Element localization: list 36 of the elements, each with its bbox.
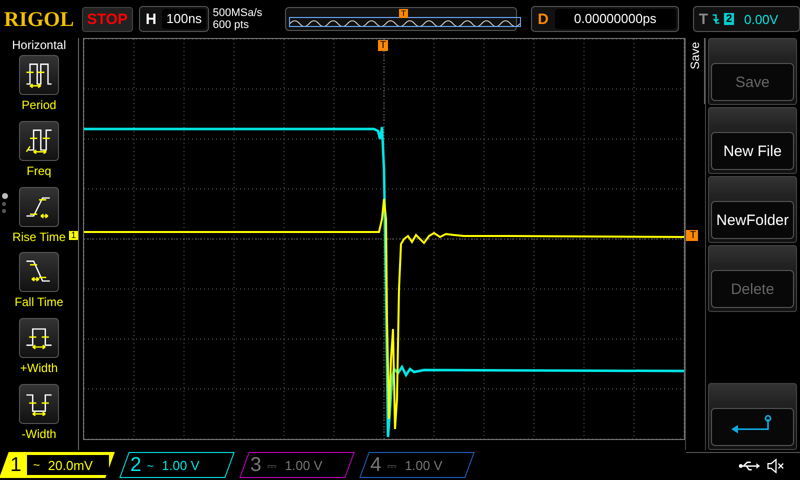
trigger-position-marker: T (398, 9, 408, 18)
waveform-icon (288, 17, 521, 27)
measure-button[interactable] (19, 55, 59, 95)
measure-label: -Width (22, 427, 56, 442)
menu-button[interactable]: NewFolder (711, 201, 794, 239)
channel-level-marker[interactable]: 1 (69, 231, 78, 240)
menu-title: Save (688, 42, 702, 70)
measure-button[interactable] (19, 186, 59, 227)
measure-label: Period (22, 98, 56, 112)
brand-logo: RIGOL (4, 6, 76, 32)
measure-button[interactable] (19, 384, 59, 424)
menu-title: Horizontal (12, 38, 66, 52)
memory-depth: 600 pts (212, 19, 250, 31)
trigger-display[interactable]: T 2 0.00V (692, 6, 800, 32)
measure-button[interactable] (19, 318, 59, 358)
run-state-indicator[interactable]: STOP (82, 6, 133, 32)
trigger-level-marker[interactable]: T (686, 230, 698, 241)
measure-button[interactable] (19, 120, 59, 161)
falling-edge-icon (712, 13, 720, 25)
channel-tab[interactable]: 4 ⎓ 1.00 V (359, 452, 475, 478)
measure-label: +Width (20, 361, 58, 376)
timebase-display[interactable]: H 100ns (138, 6, 209, 32)
channel-tab[interactable]: 1 ~ 20.0mV (0, 452, 115, 478)
mute-icon[interactable] (766, 458, 786, 474)
channel-tab[interactable]: 2 ~ 1.00 V (119, 452, 235, 478)
channel-tab[interactable]: 3 ⎓ 1.00 V (239, 452, 355, 478)
measure-label: Fall Time (14, 295, 64, 310)
measure-button[interactable] (19, 252, 59, 292)
menu-button[interactable]: New File (711, 132, 794, 170)
measure-label: Rise Time (12, 230, 66, 244)
delay-display[interactable]: D 0.00000000ps (530, 6, 679, 32)
usb-icon (738, 460, 760, 472)
sample-rate: 500MSa/s (212, 7, 264, 19)
back-button[interactable] (711, 408, 794, 446)
measure-label: Freq (26, 164, 52, 178)
trigger-position-marker[interactable]: T (378, 40, 388, 51)
